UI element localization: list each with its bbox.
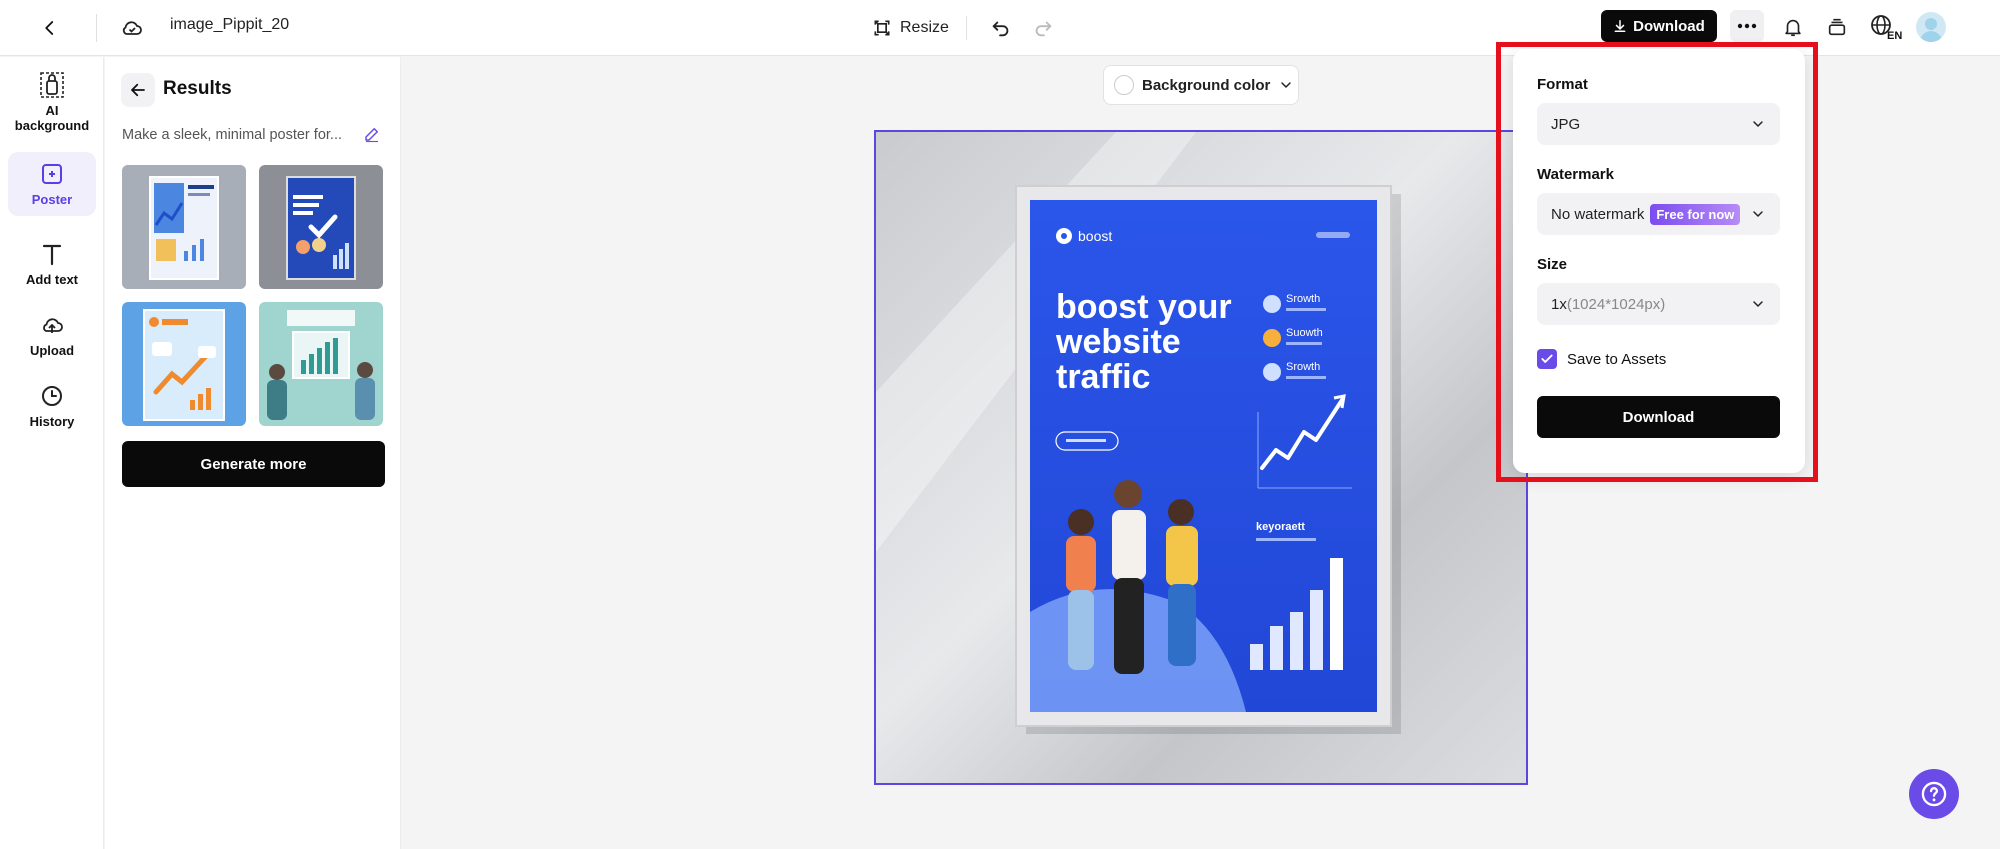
language-label: EN: [1887, 30, 1902, 41]
rail-item-ai-background[interactable]: AI background: [8, 71, 96, 137]
help-button[interactable]: [1909, 769, 1959, 819]
notifications-button[interactable]: [1778, 12, 1808, 42]
result-thumbnail-2[interactable]: [259, 165, 383, 289]
undo-icon: [992, 21, 1009, 37]
redo-button[interactable]: [1028, 12, 1058, 44]
edit-prompt-button[interactable]: [363, 125, 385, 147]
download-button[interactable]: Download: [1601, 10, 1717, 42]
svg-text:Srowth: Srowth: [1286, 293, 1320, 305]
results-panel: Results Make a sleek, minimal poster for…: [105, 57, 401, 849]
globe-icon: EN: [1871, 15, 1902, 41]
tool-rail: AI background Poster Add text Upload His…: [0, 57, 104, 849]
results-back-button[interactable]: [121, 73, 155, 107]
download-label: Download: [1633, 17, 1705, 35]
rail-item-upload[interactable]: Upload: [8, 311, 96, 361]
poster-thumbnail-image: [122, 302, 246, 426]
cloud-icon: [122, 21, 142, 35]
rail-item-label: AI background: [14, 103, 90, 133]
resize-button[interactable]: Resize: [872, 12, 949, 44]
svg-text:website: website: [1055, 323, 1181, 361]
svg-text:keyoraett: keyoraett: [1256, 521, 1305, 533]
chevron-down-icon: [1281, 82, 1292, 88]
back-button[interactable]: [36, 10, 64, 46]
download-icon: [1614, 19, 1626, 33]
pencil-icon: [365, 128, 378, 143]
poster-icon: [38, 160, 66, 188]
rail-item-history[interactable]: History: [8, 382, 96, 432]
rail-item-label: Add text: [26, 272, 78, 287]
resize-icon: [874, 20, 890, 36]
color-swatch: [1114, 75, 1134, 95]
assets-button[interactable]: [1822, 12, 1852, 42]
arrow-left-icon: [131, 83, 145, 97]
poster-thumbnail-image: [259, 302, 383, 426]
more-options-button[interactable]: [1730, 10, 1764, 42]
poster-thumbnail-image: [259, 165, 383, 289]
rail-item-poster[interactable]: Poster: [8, 152, 96, 216]
svg-text:Suowth: Suowth: [1286, 327, 1323, 339]
bell-icon: [1785, 19, 1801, 37]
svg-text:boost: boost: [1078, 228, 1112, 244]
panel-title: Results: [163, 78, 232, 99]
redo-icon: [1035, 21, 1052, 37]
upload-icon: [38, 311, 66, 339]
prompt-text: Make a sleek, minimal poster for...: [122, 127, 342, 143]
background-color-label: Background color: [1142, 76, 1271, 94]
cloud-sync-button[interactable]: [118, 12, 146, 44]
rail-item-label: Poster: [31, 192, 73, 207]
divider: [966, 16, 967, 40]
result-thumbnail-3[interactable]: [122, 302, 246, 426]
svg-text:boost your: boost your: [1056, 288, 1232, 326]
question-icon: [1921, 781, 1947, 807]
avatar-icon: [1920, 18, 1942, 42]
poster-thumbnail-image: [122, 165, 246, 289]
poster-image: boost boost your website traffic Srowth …: [876, 132, 1526, 783]
language-button[interactable]: EN: [1868, 12, 1904, 42]
background-color-button[interactable]: Background color: [1103, 65, 1299, 105]
svg-text:traffic: traffic: [1056, 358, 1150, 396]
generate-more-button[interactable]: Generate more: [122, 441, 385, 487]
layers-icon: [1828, 18, 1846, 36]
result-thumbnail-1[interactable]: [122, 165, 246, 289]
canvas-selection-frame[interactable]: boost boost your website traffic Srowth …: [874, 130, 1528, 785]
undo-button[interactable]: [986, 12, 1016, 44]
highlight-box: [1496, 42, 1818, 482]
more-horizontal-icon: [1737, 23, 1757, 29]
clock-icon: [38, 382, 66, 410]
file-name[interactable]: image_Pippit_20: [170, 16, 289, 34]
chevron-left-icon: [45, 21, 54, 35]
resize-label: Resize: [900, 19, 949, 36]
rail-item-add-text[interactable]: Add text: [8, 240, 96, 290]
text-icon: [38, 240, 66, 268]
ai-background-icon: [38, 71, 66, 99]
result-thumbnail-4[interactable]: [259, 302, 383, 426]
rail-item-label: History: [29, 414, 75, 429]
svg-text:Srowth: Srowth: [1286, 361, 1320, 373]
user-avatar[interactable]: [1916, 12, 1946, 42]
rail-item-label: Upload: [29, 343, 75, 358]
divider: [96, 14, 97, 42]
